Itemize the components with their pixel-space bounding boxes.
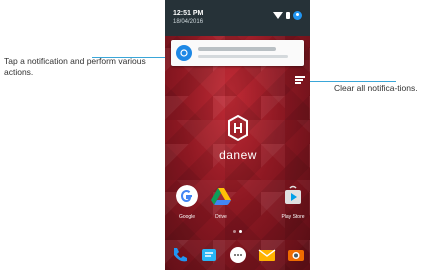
- clock: 12:51 PM: [173, 10, 204, 17]
- messages-icon[interactable]: [199, 245, 219, 265]
- app-google[interactable]: Google: [171, 185, 203, 220]
- app-play-store[interactable]: Play Store: [277, 185, 309, 220]
- page-dot-active: [239, 230, 242, 233]
- account-icon[interactable]: [293, 11, 302, 20]
- status-icons: [273, 11, 302, 20]
- clear-all-callout: Clear all notifica-tions.: [334, 83, 418, 93]
- google-icon: [176, 185, 198, 207]
- notification-title: [198, 47, 276, 51]
- notification-callout: Tap a notification and perform various a…: [4, 56, 146, 77]
- battery-icon: [286, 12, 290, 19]
- email-icon[interactable]: [257, 245, 277, 265]
- camera-icon[interactable]: [286, 245, 306, 265]
- notification-leader-line: [92, 57, 174, 58]
- notification-text: [198, 55, 288, 58]
- notification-card[interactable]: [171, 40, 304, 66]
- play-store-icon: [285, 185, 301, 204]
- phone-screen: 12:51 PM 18/04/2016 danew Google Drive P…: [165, 0, 310, 270]
- app-label: Google: [178, 214, 196, 220]
- page-indicator: [233, 230, 242, 233]
- date: 18/04/2016: [173, 19, 204, 25]
- app-label: Play Store: [281, 214, 305, 220]
- app-drive[interactable]: Drive: [205, 185, 237, 220]
- clear-all-icon[interactable]: [295, 76, 305, 85]
- clear-all-leader-line: [304, 81, 396, 82]
- app-drawer-icon[interactable]: [228, 245, 248, 265]
- page-dot: [233, 230, 236, 233]
- notification-app-icon: [176, 45, 192, 61]
- brand-logo: danew: [213, 114, 263, 162]
- brand-name: danew: [219, 148, 257, 162]
- drive-icon: [211, 188, 231, 205]
- app-label: Drive: [215, 214, 227, 220]
- danew-logo-icon: [228, 114, 248, 142]
- phone-icon[interactable]: [170, 245, 190, 265]
- notification-shade-header: 12:51 PM 18/04/2016: [165, 0, 310, 36]
- dock: [165, 240, 310, 270]
- wifi-icon: [273, 12, 283, 19]
